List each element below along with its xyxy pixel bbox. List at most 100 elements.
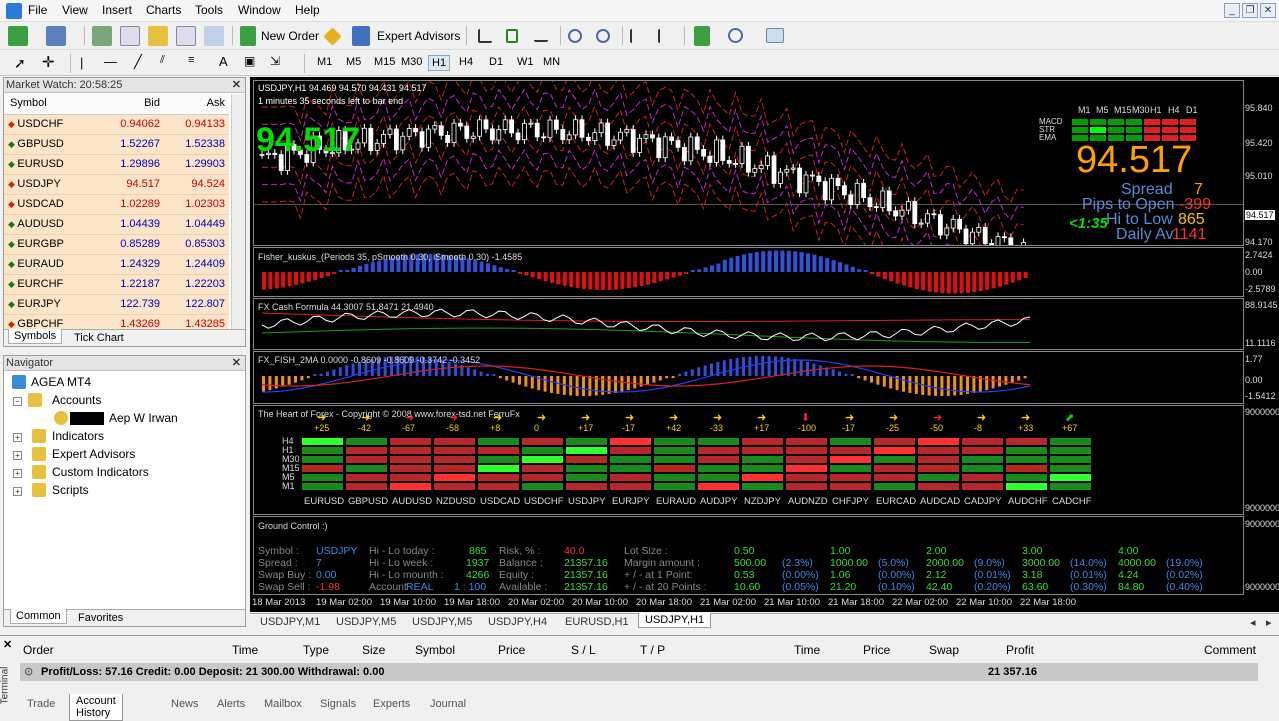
market-watch-row[interactable]: ◆ AUDUSD 1.04439 1.04449	[4, 214, 229, 235]
nav-root[interactable]: AGEA MT4	[31, 375, 91, 389]
tab-favorites[interactable]: Favorites	[78, 612, 123, 624]
col-symbol[interactable]: Symbol	[4, 93, 99, 115]
timeframe-m5[interactable]: M5	[343, 55, 364, 69]
new-order-icon[interactable]	[240, 26, 256, 46]
market-watch-row[interactable]: ◆ EURJPY 122.739 122.807	[4, 294, 229, 315]
cursor-icon[interactable]: ➚	[14, 55, 26, 72]
timeframe-d1[interactable]: D1	[486, 55, 506, 69]
col-profit[interactable]: Profit	[1006, 643, 1034, 657]
tab-experts[interactable]: Experts	[373, 698, 410, 710]
expand-icon[interactable]: +	[13, 433, 22, 442]
timeframe-m30[interactable]: M30	[398, 55, 425, 69]
close-icon[interactable]: ✕	[1260, 3, 1276, 18]
fibonacci-icon[interactable]: ≡	[188, 54, 194, 66]
market-watch-row[interactable]: ◆ USDCAD 1.02289 1.02303	[4, 194, 229, 215]
menu-window[interactable]: Window	[238, 3, 281, 17]
ground-control-pane[interactable]: Ground Control :) Symbol : USDJPY Spread :…	[253, 516, 1244, 595]
market-watch-row[interactable]: ◆ EURCHF 1.22187 1.22203	[4, 274, 229, 295]
tab-tick-chart[interactable]: Tick Chart	[74, 332, 124, 344]
col-price[interactable]: Price	[498, 643, 525, 657]
chart-window[interactable]: USDJPY,H1 94.469 94.570 94.431 94.517 1 …	[250, 77, 1279, 612]
new-order-button[interactable]: New Order	[261, 29, 319, 43]
tab-mailbox[interactable]: Mailbox	[264, 698, 302, 710]
expand-icon[interactable]: +	[13, 487, 22, 496]
tab-scroll-left-icon[interactable]: ◂	[1250, 616, 1256, 629]
nav-scripts[interactable]: Scripts	[52, 483, 89, 497]
price-pane[interactable]: USDJPY,H1 94.469 94.570 94.431 94.517 1 …	[253, 80, 1244, 246]
close-icon[interactable]: ✕	[3, 638, 12, 651]
close-icon[interactable]: ✕	[232, 78, 241, 93]
text-label-icon[interactable]: ▣	[244, 54, 255, 68]
expert-advisors-icon[interactable]	[352, 26, 370, 46]
fx-fish-pane[interactable]: FX_FISH_2MA 0.0000 -0.8609 -0.8609 -0.37…	[253, 351, 1244, 404]
chart-tab[interactable]: USDJPY,M5	[412, 616, 472, 628]
menu-file[interactable]: File	[28, 3, 47, 17]
tab-alerts[interactable]: Alerts	[217, 698, 245, 710]
tab-trade[interactable]: Trade	[27, 698, 55, 710]
expert-advisors-button[interactable]: Expert Advisors	[377, 29, 460, 43]
close-icon[interactable]: ✕	[232, 356, 241, 371]
timeframe-m15[interactable]: M15	[371, 55, 398, 69]
tab-news[interactable]: News	[171, 698, 199, 710]
chart-shift-icon[interactable]	[658, 29, 672, 43]
col-tp[interactable]: T / P	[640, 643, 665, 657]
line-chart-icon[interactable]	[534, 30, 548, 42]
fisher-pane[interactable]: Fisher_kuskus_(Periods 35, pSmooth 0.30,…	[253, 247, 1244, 297]
col-type[interactable]: Type	[303, 643, 329, 657]
timeframe-h1[interactable]: H1	[428, 55, 451, 71]
nav-account-name[interactable]: Aep W Irwan	[109, 411, 178, 425]
arrows-icon[interactable]: ⇲	[270, 54, 280, 68]
zoom-out-icon[interactable]	[596, 29, 610, 43]
indicators-list-icon[interactable]	[694, 26, 710, 46]
menu-view[interactable]: View	[62, 3, 88, 17]
col-order[interactable]: Order	[23, 643, 54, 657]
heart-of-forex-pane[interactable]: The Heart of Forex - Copyright © 2008 ww…	[253, 405, 1244, 515]
market-watch-row[interactable]: ◆ EURUSD 1.29896 1.29903	[4, 154, 229, 175]
chart-tab[interactable]: USDJPY,M1	[260, 616, 320, 628]
cash-formula-pane[interactable]: FX Cash Formula 44.3007 51.8471 21.4940	[253, 298, 1244, 350]
vertical-line-icon[interactable]: |	[80, 55, 83, 70]
expand-icon[interactable]: +	[13, 469, 22, 478]
nav-custom-indicators[interactable]: Custom Indicators	[52, 465, 149, 479]
new-chart-icon[interactable]	[8, 26, 28, 46]
chart-tab[interactable]: EURUSD,H1	[565, 616, 629, 628]
col-comment[interactable]: Comment	[1204, 643, 1256, 657]
nav-accounts[interactable]: Accounts	[52, 393, 101, 407]
nav-indicators[interactable]: Indicators	[52, 429, 104, 443]
col-ask[interactable]: Ask	[164, 93, 229, 115]
menu-tools[interactable]: Tools	[195, 3, 223, 17]
col-sl[interactable]: S / L	[571, 643, 596, 657]
periods-clock-icon[interactable]	[728, 28, 743, 43]
market-watch-icon[interactable]	[92, 26, 112, 46]
col-time[interactable]: Time	[232, 643, 258, 657]
navigator-icon[interactable]	[148, 26, 168, 46]
profiles-icon[interactable]	[46, 26, 66, 46]
col-size[interactable]: Size	[362, 643, 385, 657]
auto-scroll-icon[interactable]	[630, 29, 644, 43]
horizontal-line-icon[interactable]: —	[104, 54, 117, 69]
menu-help[interactable]: Help	[295, 3, 320, 17]
market-watch-row[interactable]: ◆ USDJPY 94.517 94.524	[4, 174, 229, 195]
market-watch-row[interactable]: ◆ GBPUSD 1.52267 1.52338	[4, 134, 229, 155]
scrollbar[interactable]	[231, 94, 245, 330]
menu-charts[interactable]: Charts	[146, 3, 181, 17]
expand-icon[interactable]: +	[13, 451, 22, 460]
nav-expert-advisors[interactable]: Expert Advisors	[52, 447, 135, 461]
timeframe-mn[interactable]: MN	[540, 55, 563, 69]
text-icon[interactable]: A	[219, 54, 228, 69]
market-watch-row[interactable]: ◆ EURAUD 1.24329 1.24409	[4, 254, 229, 275]
collapse-icon[interactable]: −	[13, 397, 22, 406]
menu-insert[interactable]: Insert	[102, 3, 132, 17]
trendline-icon[interactable]: ╱	[134, 54, 142, 70]
candlestick-icon[interactable]	[506, 29, 518, 43]
metaeditor-icon[interactable]	[323, 27, 342, 46]
zoom-in-icon[interactable]	[568, 29, 582, 43]
col-bid[interactable]: Bid	[99, 93, 164, 115]
terminal-icon[interactable]	[176, 26, 196, 46]
templates-icon[interactable]	[766, 28, 784, 43]
crosshair-icon[interactable]: ✛	[42, 53, 55, 71]
chart-tab[interactable]: USDJPY,H4	[488, 616, 547, 628]
chart-tab[interactable]: USDJPY,M5	[336, 616, 396, 628]
col-symbol[interactable]: Symbol	[415, 643, 455, 657]
tab-account-history[interactable]: Account History	[69, 694, 123, 721]
